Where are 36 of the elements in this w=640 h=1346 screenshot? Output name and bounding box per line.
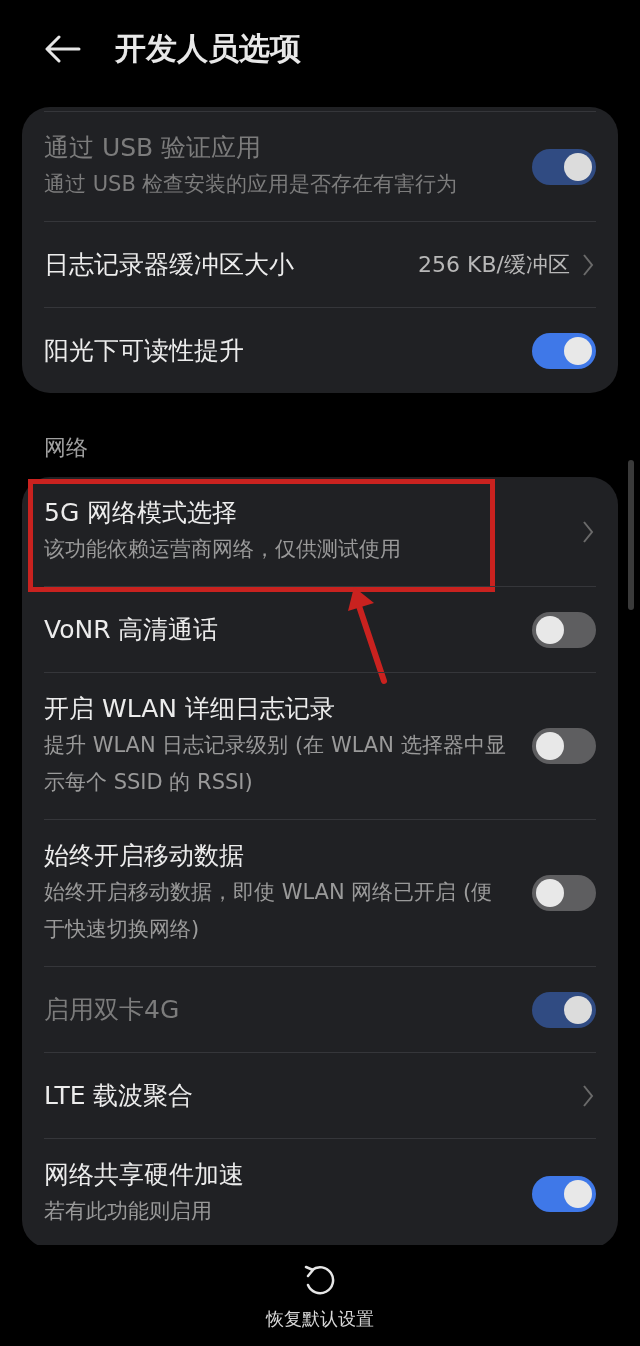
setting-description: 提升 WLAN 日志记录级别 (在 WLAN 选择器中显示每个 SSID 的 RSSI) (44, 732, 506, 796)
settings-row[interactable]: 日志记录器缓冲区大小 256 KB/缓冲区 (44, 222, 596, 307)
chevron-right-icon (582, 1083, 594, 1108)
page-title: 开发人员选项 (115, 28, 301, 68)
settings-row[interactable]: 始终开启移动数据 始终开启移动数据，即使 WLAN 网络已开启 (便于快速切换网络) (44, 820, 596, 966)
reset-label[interactable]: 恢复默认设置 (266, 1306, 374, 1331)
setting-title: 阳光下可读性提升 (44, 334, 245, 367)
setting-description: 该功能依赖运营商网络，仅供测试使用 (44, 536, 402, 563)
setting-title: 启用双卡4G (44, 993, 181, 1026)
setting-title: VoNR 高清通话 (44, 613, 220, 646)
toggle-switch[interactable] (532, 1175, 596, 1212)
setting-description: 若有此功能则启用 (44, 1198, 213, 1225)
setting-title: 网络共享硬件加速 (44, 1159, 245, 1191)
back-arrow-icon[interactable] (45, 34, 81, 63)
toggle-switch[interactable] (532, 332, 596, 369)
toggle-switch[interactable] (532, 875, 596, 911)
setting-description: 通过 USB 检查安装的应用是否存在有害行为 (44, 171, 459, 198)
setting-title: 始终开启移动数据 (44, 840, 245, 872)
setting-value: 256 KB/缓冲区 (418, 250, 570, 279)
setting-title: 通过 USB 验证应用 (44, 132, 263, 164)
section-label: 网络 (43, 434, 89, 462)
chevron-right-icon (582, 252, 594, 277)
settings-row[interactable]: 开启 WLAN 详细日志记录 提升 WLAN 日志记录级别 (在 WLAN 选择器中显示每个 SSID 的 RSSI) (44, 673, 596, 819)
toggle-switch[interactable] (532, 611, 596, 648)
settings-row[interactable]: LTE 载波聚合 (44, 1053, 596, 1138)
setting-description: 始终开启移动数据，即使 WLAN 网络已开启 (便于快速切换网络) (44, 879, 494, 943)
settings-row[interactable]: 网络共享硬件加速 若有此功能则启用 (44, 1139, 596, 1245)
chevron-right-icon (582, 519, 594, 544)
settings-row[interactable]: 5G 网络模式选择 该功能依赖运营商网络，仅供测试使用 (44, 477, 596, 586)
setting-title: 日志记录器缓冲区大小 (44, 248, 295, 281)
setting-title: 5G 网络模式选择 (44, 497, 239, 529)
settings-row[interactable]: VoNR 高清通话 (44, 587, 596, 672)
toggle-switch[interactable] (532, 728, 596, 764)
setting-title: 开启 WLAN 详细日志记录 (44, 693, 336, 725)
settings-row[interactable]: 阳光下可读性提升 (44, 308, 596, 393)
setting-title: LTE 载波聚合 (44, 1079, 195, 1112)
